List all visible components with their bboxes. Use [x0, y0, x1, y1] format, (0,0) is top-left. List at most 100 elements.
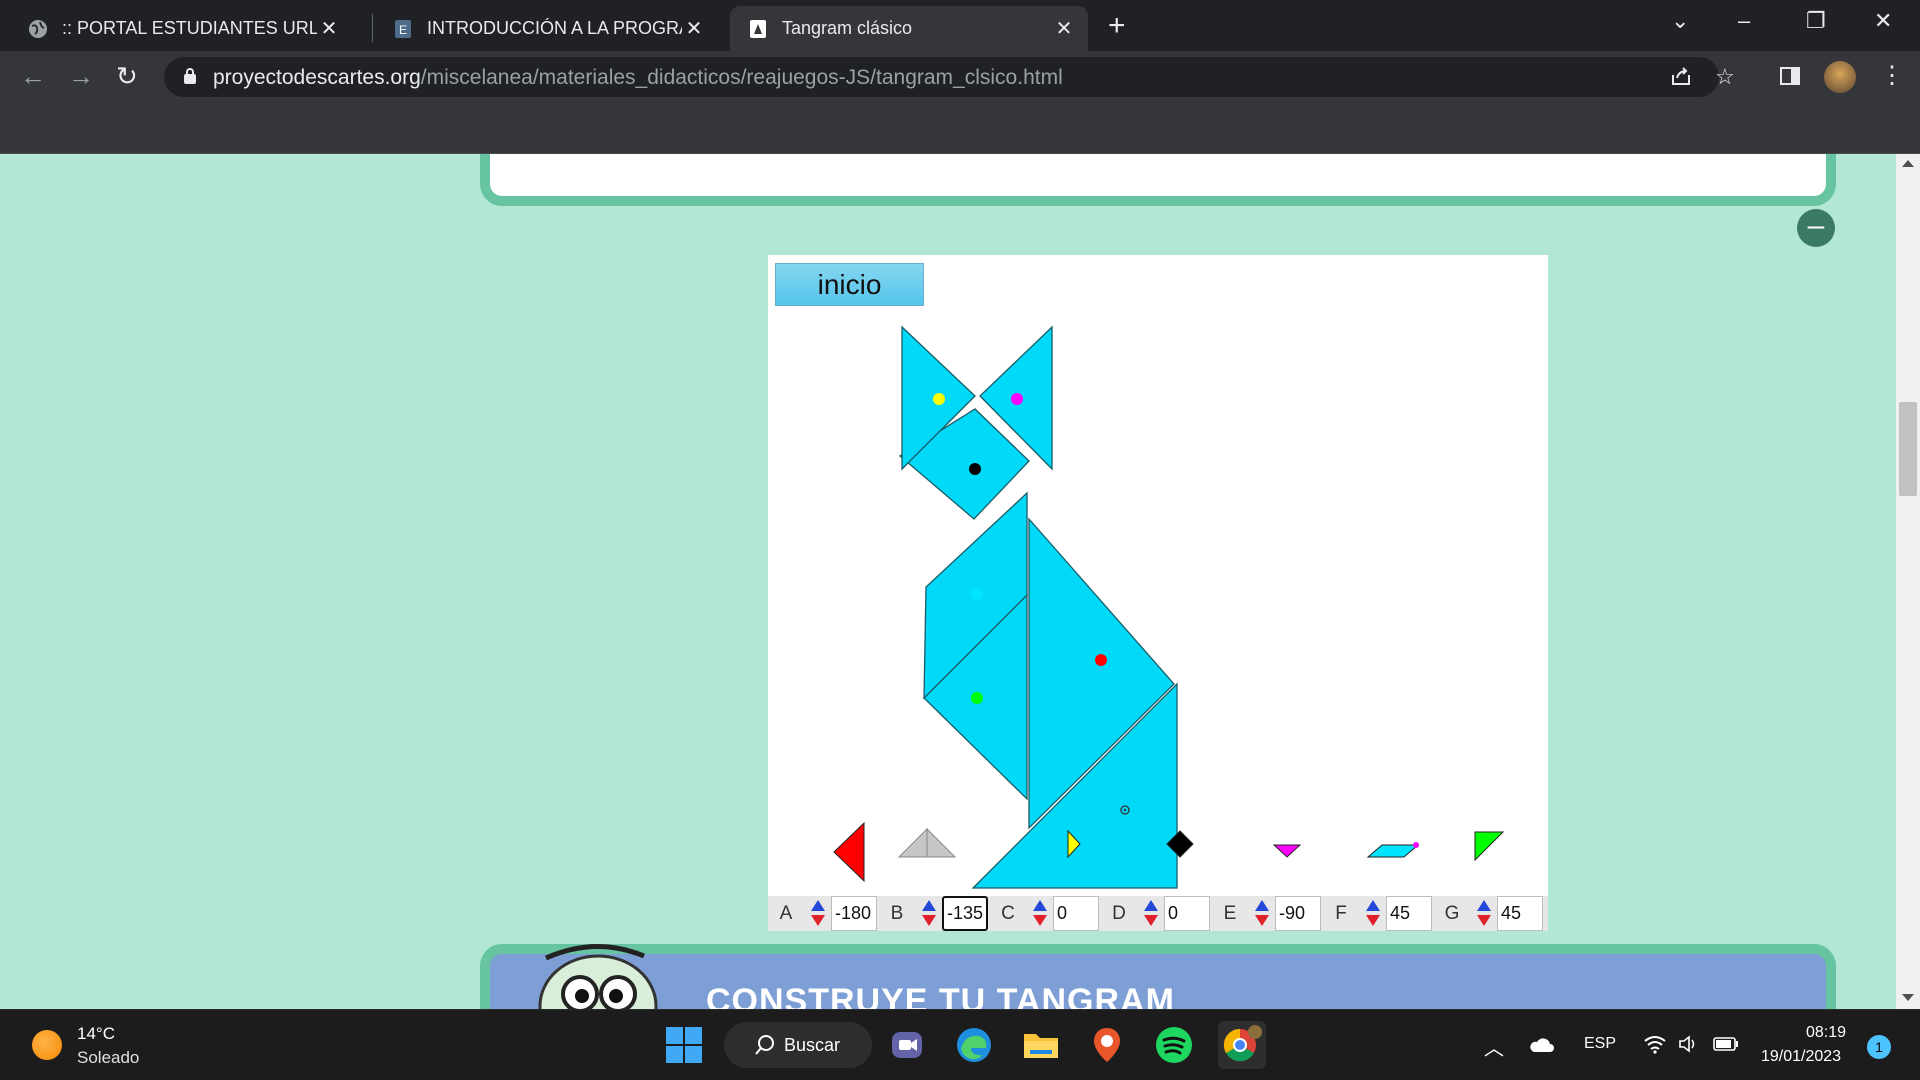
notification-badge[interactable]: 1: [1867, 1035, 1891, 1059]
spinner[interactable]: [922, 899, 936, 929]
browser-toolbar: ← → ↻ proyectodescartes.org/miscelanea/m…: [0, 51, 1920, 102]
share-icon[interactable]: [1670, 65, 1692, 92]
spinner-down-icon[interactable]: [1144, 915, 1158, 926]
inicio-button[interactable]: inicio: [775, 263, 924, 306]
scroll-up-arrow-icon[interactable]: [1902, 160, 1914, 167]
spinner[interactable]: [1255, 899, 1269, 929]
page-scrollbar[interactable]: [1896, 154, 1920, 1009]
maps-pin-icon[interactable]: [1086, 1024, 1128, 1066]
url-text: proyectodescartes.org/miscelanea/materia…: [213, 66, 1063, 90]
rotation-field-a[interactable]: -180: [831, 896, 877, 931]
clock-date[interactable]: 19/01/2023: [1761, 1048, 1841, 1066]
spinner[interactable]: [1366, 899, 1380, 929]
restore-icon[interactable]: ❐: [1806, 8, 1826, 34]
edge-browser-icon[interactable]: [953, 1024, 995, 1066]
lock-icon[interactable]: [183, 67, 197, 90]
wifi-icon[interactable]: [1643, 1034, 1667, 1059]
close-icon[interactable]: ✕: [317, 16, 341, 41]
tab-portal-estudiantes[interactable]: :: PORTAL ESTUDIANTES URL :: ✕: [0, 6, 341, 51]
center-dot-red[interactable]: [1095, 654, 1107, 666]
bookmark-star-icon[interactable]: ☆: [1715, 64, 1735, 90]
rotation-field-b[interactable]: -135: [942, 896, 988, 931]
center-dot-black[interactable]: [969, 463, 981, 475]
volume-icon[interactable]: [1678, 1034, 1700, 1059]
spinner[interactable]: [1033, 899, 1047, 929]
tab-search-chevron-icon[interactable]: ⌄: [1671, 8, 1689, 34]
center-dot-yellow[interactable]: [933, 393, 945, 405]
spinner-down-icon[interactable]: [1366, 915, 1380, 926]
minimize-icon[interactable]: –: [1738, 8, 1750, 34]
window-close-icon[interactable]: ✕: [1874, 8, 1892, 34]
close-icon[interactable]: ✕: [1052, 16, 1076, 41]
onedrive-cloud-icon[interactable]: [1528, 1036, 1554, 1059]
battery-icon[interactable]: [1713, 1037, 1739, 1056]
new-tab-button[interactable]: +: [1108, 9, 1126, 43]
spinner-up-icon[interactable]: [1033, 900, 1047, 911]
clock-time[interactable]: 08:19: [1776, 1024, 1846, 1042]
palette-piece-b2[interactable]: [897, 827, 928, 858]
close-icon[interactable]: ✕: [682, 16, 706, 41]
address-bar[interactable]: proyectodescartes.org/miscelanea/materia…: [164, 57, 1735, 97]
spinner-down-icon[interactable]: [922, 915, 936, 926]
tab-tangram-clasico[interactable]: Tangram clásico ✕: [730, 6, 1088, 51]
forward-arrow-icon[interactable]: →: [68, 61, 94, 92]
center-dot-green[interactable]: [971, 692, 983, 704]
tab-introduccion-programacion[interactable]: E INTRODUCCIÓN A LA PROGRAMACIÓN ✕: [365, 6, 706, 51]
palette-piece-f[interactable]: [1366, 844, 1420, 858]
windows-start-icon[interactable]: [663, 1024, 705, 1066]
url-host: proyectodescartes.org: [213, 66, 421, 89]
side-panel-icon[interactable]: [1780, 66, 1800, 91]
rotation-field-f[interactable]: 45: [1386, 896, 1432, 931]
control-label: F: [1335, 903, 1347, 924]
spinner-down-icon[interactable]: [811, 915, 825, 926]
rotation-field-d[interactable]: 0: [1164, 896, 1210, 931]
file-explorer-icon[interactable]: [1020, 1024, 1062, 1066]
scroll-thumb[interactable]: [1899, 402, 1917, 496]
spinner-down-icon[interactable]: [1255, 915, 1269, 926]
chrome-icon[interactable]: [1218, 1021, 1266, 1069]
tangram-canvas[interactable]: [768, 255, 1548, 931]
control-label: G: [1444, 903, 1460, 924]
rotation-field-g[interactable]: 45: [1497, 896, 1543, 931]
tangram-scene[interactable]: inicio A -180 B -135 C 0 D 0 E -90 F 45 …: [768, 255, 1548, 931]
rotation-field-c[interactable]: 0: [1053, 896, 1099, 931]
spinner[interactable]: [1477, 899, 1491, 929]
spinner-up-icon[interactable]: [1144, 900, 1158, 911]
spinner-up-icon[interactable]: [1255, 900, 1269, 911]
document-e-icon: E: [393, 19, 413, 39]
spotify-icon[interactable]: [1153, 1024, 1195, 1066]
center-dot-cyan[interactable]: [971, 588, 983, 600]
profile-avatar[interactable]: [1824, 61, 1856, 93]
center-dot-magenta[interactable]: [1011, 393, 1023, 405]
back-arrow-icon[interactable]: ←: [20, 61, 46, 92]
tray-overflow-chevron-icon[interactable]: ︿: [1484, 1032, 1504, 1061]
weather-temperature[interactable]: 14°C: [77, 1024, 115, 1044]
palette-piece-g[interactable]: [1474, 831, 1505, 862]
spinner-down-icon[interactable]: [1477, 915, 1491, 926]
control-label: D: [1112, 903, 1126, 924]
palette-piece-a[interactable]: [833, 821, 865, 883]
reload-icon[interactable]: ↻: [116, 61, 138, 92]
collapse-section-button[interactable]: –: [1797, 209, 1835, 247]
page-content: – inicio A -180 B -135 C 0 D 0 E -90 F 4…: [0, 154, 1920, 1009]
spinner[interactable]: [1144, 899, 1158, 929]
weather-sun-icon[interactable]: [32, 1030, 62, 1060]
palette-piece-e[interactable]: [1272, 844, 1302, 858]
more-menu-icon[interactable]: ⋮: [1880, 61, 1904, 90]
spinner-down-icon[interactable]: [1033, 915, 1047, 926]
search-label: Buscar: [784, 1035, 841, 1055]
teams-chat-icon[interactable]: [886, 1024, 928, 1066]
taskbar-search[interactable]: Buscar: [724, 1022, 872, 1068]
control-label: C: [1001, 903, 1015, 924]
spinner[interactable]: [811, 899, 825, 929]
spinner-up-icon[interactable]: [1366, 900, 1380, 911]
spinner-up-icon[interactable]: [811, 900, 825, 911]
scroll-down-arrow-icon[interactable]: [1902, 994, 1914, 1001]
spinner-up-icon[interactable]: [922, 900, 936, 911]
rotation-field-e[interactable]: -90: [1275, 896, 1321, 931]
spinner-up-icon[interactable]: [1477, 900, 1491, 911]
palette-piece-b[interactable]: [926, 827, 957, 858]
weather-description[interactable]: Soleado: [77, 1048, 139, 1068]
search-icon: [754, 1034, 776, 1061]
input-language[interactable]: ESP: [1584, 1035, 1616, 1053]
